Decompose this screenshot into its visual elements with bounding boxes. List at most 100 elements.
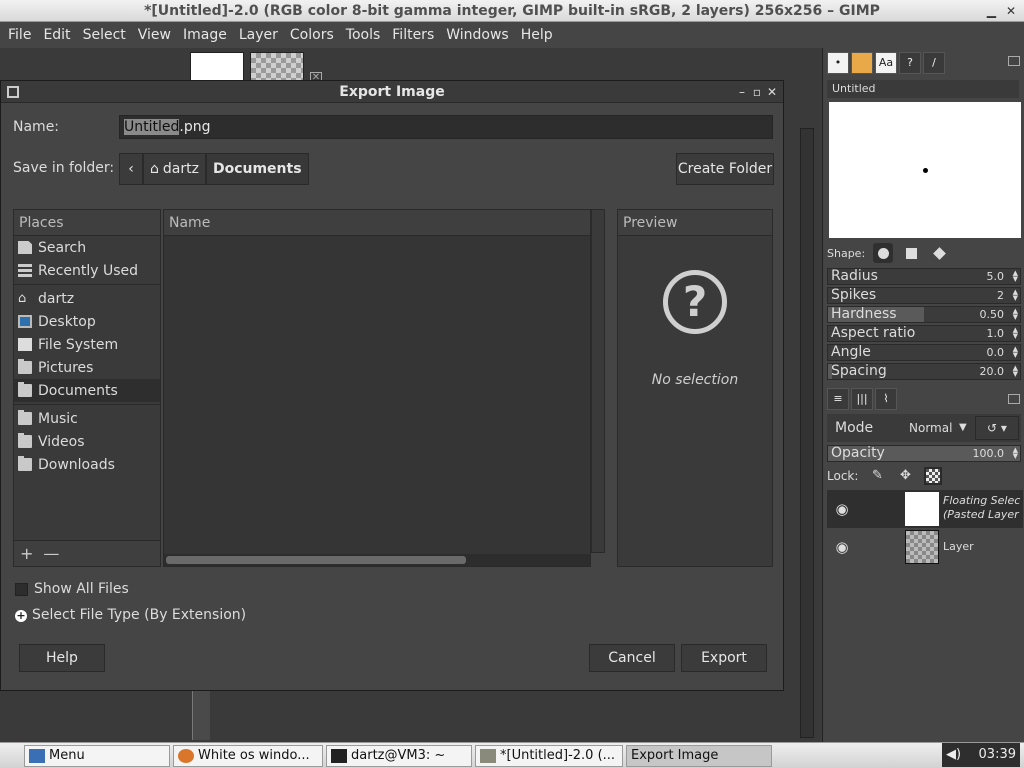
radius-spinner[interactable]: Radius 5.0 ▲ ▼ bbox=[827, 268, 1021, 285]
question-icon: ? bbox=[663, 270, 727, 334]
place-desktop[interactable]: Desktop bbox=[14, 310, 160, 333]
menu-icon bbox=[29, 748, 45, 763]
place-dartz[interactable]: ⌂ dartz bbox=[14, 287, 160, 310]
file-list-horizontal-scrollbar[interactable] bbox=[164, 554, 590, 566]
add-bookmark-icon[interactable]: + bbox=[20, 544, 33, 563]
path-button-dartz[interactable]: ⌂ dartz bbox=[143, 153, 206, 185]
close-icon[interactable]: ✕ bbox=[767, 81, 777, 103]
task-terminal[interactable]: dartz@VM3: ~ bbox=[326, 744, 472, 767]
dialog-title: Export Image bbox=[339, 84, 445, 100]
cancel-button[interactable]: Cancel bbox=[589, 644, 675, 672]
task-gimp[interactable]: *[Untitled]-2.0 (... bbox=[475, 744, 623, 767]
minimize-icon[interactable]: – bbox=[739, 81, 745, 103]
file-list[interactable]: Name bbox=[163, 209, 591, 567]
layer-row-layer[interactable]: ◉ Layer bbox=[827, 528, 1023, 566]
eye-icon[interactable]: ◉ bbox=[833, 500, 851, 518]
show-all-files-checkbox[interactable] bbox=[15, 583, 28, 596]
chevron-down-icon[interactable]: ▼ bbox=[959, 414, 967, 442]
firefox-icon bbox=[178, 748, 194, 763]
circle-shape-icon[interactable] bbox=[873, 243, 894, 263]
layers-icon[interactable]: ≡ bbox=[827, 388, 849, 410]
expander-icon[interactable]: + bbox=[15, 610, 27, 622]
place-file-system[interactable]: File System bbox=[14, 333, 160, 356]
file-list-vertical-scrollbar[interactable] bbox=[591, 209, 605, 553]
menu-windows[interactable]: Windows bbox=[442, 22, 517, 48]
channels-icon[interactable]: ||| bbox=[851, 388, 873, 410]
close-icon[interactable]: ✕ bbox=[1006, 0, 1016, 22]
spikes-spinner[interactable]: Spikes 2 ▲ ▼ bbox=[827, 287, 1021, 304]
help-button[interactable]: Help bbox=[19, 644, 105, 672]
menu-edit[interactable]: Edit bbox=[39, 22, 78, 48]
image-tab-2[interactable] bbox=[250, 52, 304, 82]
dock-menu-icon[interactable] bbox=[1008, 56, 1020, 66]
minimize-icon[interactable]: ▁ bbox=[987, 0, 996, 22]
menu-image[interactable]: Image bbox=[179, 22, 235, 48]
layer-row-floating[interactable]: ◉ Floating Selec (Pasted Layer bbox=[827, 490, 1023, 528]
lock-position-icon[interactable]: ✥ bbox=[896, 467, 914, 485]
lock-alpha-icon[interactable] bbox=[924, 467, 943, 485]
paths-icon[interactable]: ⌇ bbox=[875, 388, 897, 410]
place-videos[interactable]: Videos bbox=[14, 430, 160, 453]
brush-name: Untitled bbox=[827, 80, 1019, 98]
square-shape-icon[interactable] bbox=[901, 243, 921, 263]
menu-help[interactable]: Help bbox=[517, 22, 561, 48]
spacing-spinner[interactable]: Spacing 20.0 ▲ ▼ bbox=[827, 363, 1021, 380]
volume-icon[interactable]: ◀) bbox=[942, 743, 961, 767]
app-icon bbox=[7, 86, 19, 98]
dock-menu-icon-2[interactable] bbox=[1008, 394, 1020, 404]
help-icon[interactable]: ? bbox=[899, 52, 921, 74]
place-recently-used[interactable]: Recently Used bbox=[14, 259, 160, 282]
maximize-icon[interactable]: ▫ bbox=[753, 81, 761, 103]
folder-icon bbox=[18, 433, 32, 448]
menu-colors[interactable]: Colors bbox=[286, 22, 342, 48]
place-documents[interactable]: Documents bbox=[14, 379, 160, 402]
lock-label: Lock: bbox=[827, 469, 859, 483]
recent-icon bbox=[18, 264, 32, 277]
brush-dot-icon[interactable]: • bbox=[827, 52, 849, 74]
diamond-shape-icon[interactable] bbox=[929, 243, 949, 263]
menu-file[interactable]: File bbox=[4, 22, 39, 48]
export-button[interactable]: Export bbox=[681, 644, 767, 672]
mode-select[interactable]: Normal bbox=[909, 414, 952, 442]
gimp-title-bar: *[Untitled]-2.0 (RGB color 8-bit gamma i… bbox=[0, 0, 1024, 22]
filename-input[interactable]: Untitled.png bbox=[119, 115, 773, 139]
reset-mode-icon[interactable]: ↺ ▾ bbox=[975, 416, 1019, 440]
path-back-icon[interactable]: ‹ bbox=[119, 153, 143, 185]
brush-icon[interactable]: / bbox=[923, 52, 945, 74]
image-tab-1[interactable] bbox=[190, 52, 244, 82]
place-pictures[interactable]: Pictures bbox=[14, 356, 160, 379]
hardness-spinner[interactable]: Hardness 0.50 ▲ ▼ bbox=[827, 306, 1021, 323]
opacity-spinner[interactable]: Opacity 100.0 ▲ ▼ bbox=[827, 445, 1021, 462]
menu-tools[interactable]: Tools bbox=[342, 22, 389, 48]
place-downloads[interactable]: Downloads bbox=[14, 453, 160, 476]
task-firefox[interactable]: White os windo... bbox=[173, 744, 323, 767]
place-search[interactable]: Search bbox=[14, 236, 160, 259]
menu-filters[interactable]: Filters bbox=[388, 22, 442, 48]
menu-select[interactable]: Select bbox=[79, 22, 134, 48]
angle-spinner[interactable]: Angle 0.0 ▲ ▼ bbox=[827, 344, 1021, 361]
create-folder-button[interactable]: Create Folder bbox=[676, 153, 774, 185]
menu-layer[interactable]: Layer bbox=[235, 22, 286, 48]
mode-label: Mode bbox=[835, 420, 874, 436]
pattern-icon[interactable] bbox=[851, 52, 873, 74]
folder-icon bbox=[18, 382, 32, 397]
name-label: Name: bbox=[13, 119, 60, 135]
lock-pixels-icon[interactable]: ✎ bbox=[868, 467, 886, 485]
remove-bookmark-icon[interactable]: — bbox=[43, 544, 59, 563]
name-column-header[interactable]: Name bbox=[164, 210, 590, 236]
show-all-files-label[interactable]: Show All Files bbox=[34, 581, 129, 597]
select-file-type-expander[interactable]: Select File Type (By Extension) bbox=[32, 607, 246, 623]
menu-view[interactable]: View bbox=[134, 22, 179, 48]
filesystem-icon bbox=[18, 338, 32, 351]
folder-icon bbox=[18, 456, 32, 471]
eye-icon[interactable]: ◉ bbox=[833, 538, 851, 556]
place-music[interactable]: Music bbox=[14, 407, 160, 430]
canvas-vertical-scrollbar[interactable] bbox=[800, 128, 814, 738]
aspect-ratio-spinner[interactable]: Aspect ratio 1.0 ▲ ▼ bbox=[827, 325, 1021, 342]
clock: ◀) 03:39 bbox=[942, 743, 1020, 767]
menu-button[interactable]: Menu bbox=[24, 744, 170, 767]
vertical-ruler bbox=[192, 690, 210, 740]
font-icon[interactable]: Aa bbox=[875, 52, 897, 74]
path-button-documents[interactable]: Documents bbox=[205, 153, 309, 185]
task-export-image[interactable]: Export Image bbox=[626, 744, 772, 767]
